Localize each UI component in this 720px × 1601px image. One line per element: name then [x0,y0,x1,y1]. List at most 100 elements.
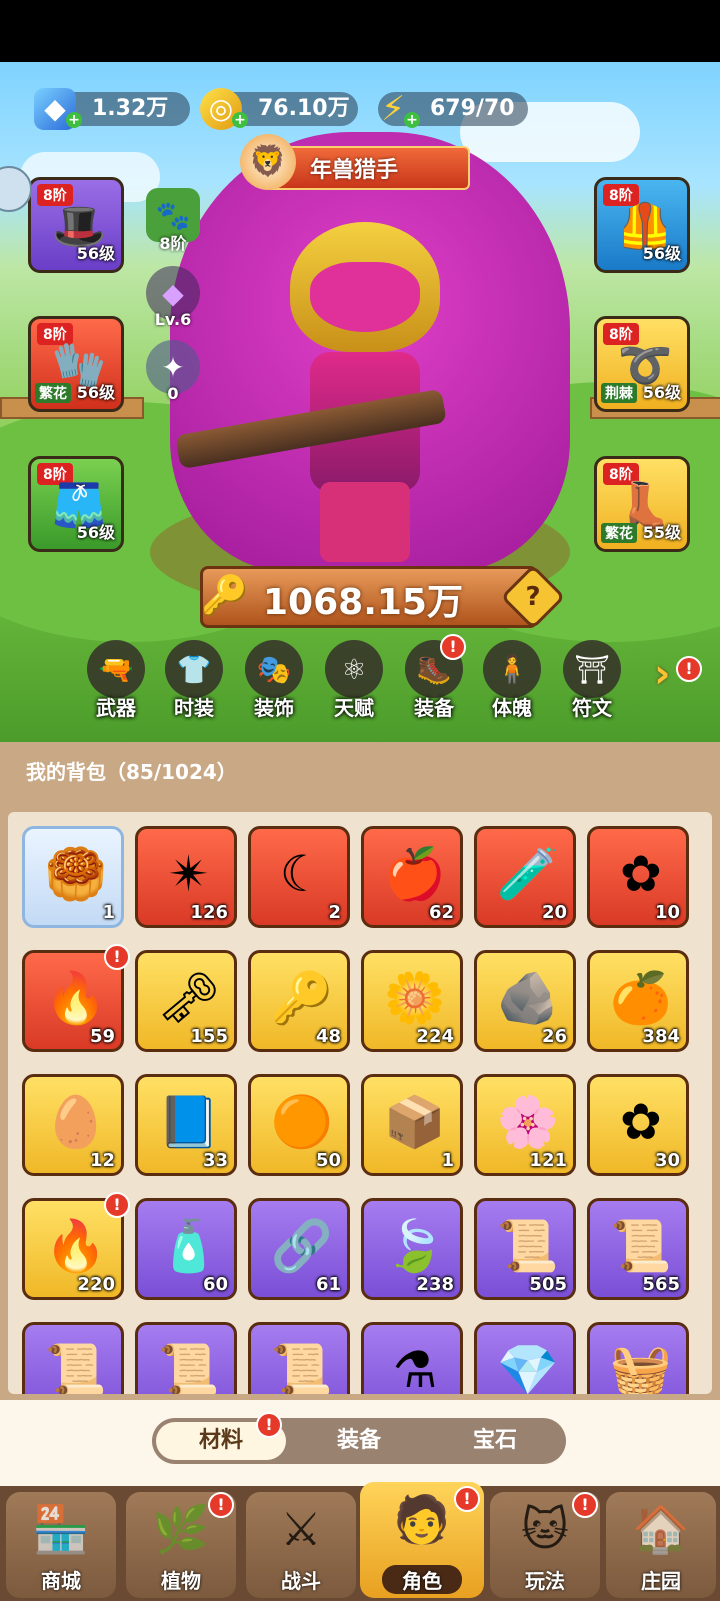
item-count: 220 [77,1274,115,1295]
bag-item[interactable]: 🗝 155 [135,950,237,1052]
bag-item[interactable]: 🔑 48 [248,950,350,1052]
nav-battle[interactable]: ⚔ 战斗 [246,1492,356,1598]
bag-item[interactable]: 🧴 60 [135,1198,237,1300]
energy-counter[interactable]: ⚡ + 679/70 [378,92,528,128]
title-banner[interactable]: 🦁 年兽猎手 [240,134,474,190]
bag-item[interactable]: 🌼 224 [361,950,463,1052]
knot-emblem-icon: ✿ [620,845,662,903]
green-scroll-icon: 📜 [496,1217,560,1275]
gems-counter[interactable]: ◆ + 1.32万 [34,88,190,130]
item-count: 2 [328,902,341,923]
item-count: 20 [541,902,567,923]
gold-ore-icon: 🥚 [44,1093,108,1151]
alert-badge: ! [256,1412,282,1438]
equip-slot-pants[interactable]: 8阶 🩳 56级 [28,456,124,552]
bag-item[interactable]: 📦 1 [361,1074,463,1176]
tab-physique[interactable]: 🧍 体魄 [478,640,546,721]
bag-item[interactable]: 🪨 26 [474,950,576,1052]
character-scene: ◆ + 1.32万 ◎ + 76.10万 ⚡ + 679/70 🦁 年兽猎手 8… [0,62,720,742]
bag-item[interactable]: ⚗ [361,1322,463,1394]
bag-item[interactable]: ✿ 30 [587,1074,689,1176]
bag-item[interactable]: 🥚 12 [22,1074,124,1176]
plus-icon[interactable]: + [404,112,420,128]
moon-star-icon: ☾ [279,845,325,903]
equip-slot-boots[interactable]: 8阶 👢 繁花 55级 [594,456,690,552]
tab-weapon[interactable]: 🔫 武器 [82,640,150,721]
tab-talent[interactable]: ⚛ 天赋 [320,640,388,721]
bag-item[interactable]: 🔗 61 [248,1198,350,1300]
alert-badge: ! [572,1492,598,1518]
bag-grid: 🥮 1 ✴ 126 ☾ 2 🍎 62 🧪 20 ✿ 10 🔥 59! 🗝 155 🔑 48 🌼 224 🪨 26 🍊 384 🥚… [8,812,712,1394]
orange-potion-icon: 🍊 [609,969,673,1027]
bag-header: 我的背包（85/1024） [0,742,720,800]
item-count: 10 [654,902,680,923]
bag-item[interactable]: 🍃 238 [361,1198,463,1300]
segment-equipment[interactable]: 装备 [294,1422,424,1460]
shrine-icon: ⛩ [563,640,621,698]
bag-item[interactable]: 📜 565 [587,1198,689,1300]
power-banner: 🔑 1068.15万 [200,566,538,628]
item-count: 121 [529,1150,567,1171]
purple-key-icon: 🗝 [157,969,221,1027]
shirt-icon: 👕 [165,640,223,698]
bag-item[interactable]: 🧺 [587,1322,689,1394]
plus-icon[interactable]: + [232,112,248,128]
nav-gameplay[interactable]: 🐱 玩法 ! [490,1492,600,1598]
bag-item[interactable]: 📜 [248,1322,350,1394]
bag-item[interactable]: ✿ 10 [587,826,689,928]
gold-scroll-icon: 📜 [270,1341,334,1394]
nav-character[interactable]: 🧑 角色 ! [360,1482,484,1598]
plus-icon[interactable]: + [66,112,82,128]
nav-shop[interactable]: 🏪 商城 [6,1492,116,1598]
nav-plants[interactable]: 🌿 植物 ! [126,1492,236,1598]
gold-counter[interactable]: ◎ + 76.10万 [200,88,358,130]
slot-level: 56级 [76,383,115,402]
set-tag: 繁花 [35,383,71,403]
blue-scroll-icon: 📜 [44,1341,108,1394]
character-title: 年兽猎手 [310,158,399,183]
bag-item[interactable]: 🌸 121 [474,1074,576,1176]
orb-count: 0 [167,384,179,403]
nav-label: 角色 [382,1565,462,1594]
energy-value: 679/70 [430,96,515,121]
red-potion-icon: 🍎 [383,845,447,903]
bag-item[interactable]: 🟠 50 [248,1074,350,1176]
fire-up-icon: 🔥 [44,969,108,1027]
bag-item[interactable]: 🥮 1 [22,826,124,928]
equip-slot-hat[interactable]: 8阶 🎩 56级 [28,177,124,273]
item-count: 30 [654,1150,680,1171]
tab-label: 装饰 [254,696,294,720]
body-icon: 🧍 [483,640,541,698]
equip-slot-belt[interactable]: 8阶 ➰ 荆棘 56级 [594,316,690,412]
bag-item[interactable]: 🍎 62 [361,826,463,928]
bag-item[interactable]: 🍊 384 [587,950,689,1052]
tab-label: 武器 [96,696,136,720]
equip-slot-armor[interactable]: 8阶 🦺 56级 [594,177,690,273]
nav-label: 玩法 [525,1569,565,1593]
bag-item[interactable]: 📜 [135,1322,237,1394]
tab-fashion[interactable]: 👕 时装 [160,640,228,721]
segment-gems[interactable]: 宝石 [430,1422,560,1460]
pet-level: 8阶 [159,234,187,253]
bag-item[interactable]: 📜 [22,1322,124,1394]
tab-decoration[interactable]: 🎭 装饰 [240,640,308,721]
bag-item[interactable]: 🧪 20 [474,826,576,928]
alert-badge: ! [440,634,466,660]
tab-label: 符文 [572,696,612,720]
item-count: 1 [102,902,115,923]
bag-item[interactable]: 💎 [474,1322,576,1394]
gems-value: 1.32万 [92,96,169,121]
slot-level: 56级 [76,244,115,263]
gem-key-icon: 🔑 [270,969,334,1027]
tab-equipment[interactable]: 🥾 装备 ! [400,634,468,721]
equip-slot-gloves[interactable]: 8阶 🧤 繁花 56级 [28,316,124,412]
gold-ingot-icon: 🥮 [44,845,108,903]
bag-item[interactable]: 📜 505 [474,1198,576,1300]
bag-item[interactable]: ✴ 126 [135,826,237,928]
power-value: 1068.15万 [263,582,463,623]
tab-rune[interactable]: ⛩ 符文 [558,640,626,721]
nav-manor[interactable]: 🏠 庄园 [606,1492,716,1598]
bag-item[interactable]: 📘 33 [135,1074,237,1176]
bag-item[interactable]: ☾ 2 [248,826,350,928]
nav-label: 战斗 [281,1569,321,1593]
